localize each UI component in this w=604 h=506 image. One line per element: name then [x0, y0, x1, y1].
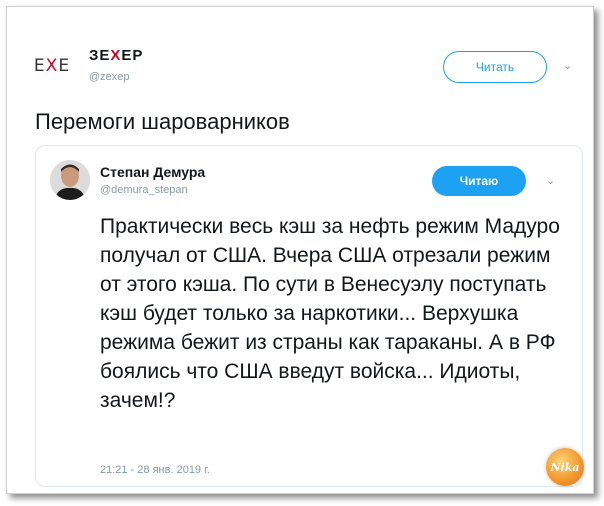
chevron-down-icon[interactable]: ⌄	[563, 59, 572, 72]
tweet-text: Практически весь кэш за нефть режим Маду…	[100, 215, 560, 412]
author-name[interactable]: Степан Демура	[100, 164, 205, 180]
tweet-timestamp[interactable]: 21:21 - 28 янв. 2019 г.	[100, 464, 210, 476]
quoted-tweet[interactable]: Степан Демура @demura_stepan Читаю ⌄ Пра…	[35, 145, 583, 487]
author-name[interactable]: ЗЕXЕР	[89, 47, 143, 64]
author-handle[interactable]: @demura_stepan	[100, 184, 188, 196]
chevron-down-icon[interactable]: ⌄	[546, 174, 555, 187]
follow-button[interactable]: Читать	[443, 51, 547, 83]
following-button[interactable]: Читаю	[432, 166, 526, 196]
person-photo-icon	[50, 160, 90, 200]
author-handle[interactable]: @zexep	[89, 71, 130, 83]
avatar[interactable]	[50, 160, 90, 200]
tweet-text: Перемоги шароварников	[35, 109, 290, 134]
zexer-logo: EXE	[33, 56, 71, 76]
watermark-logo: Nika	[546, 448, 584, 486]
avatar[interactable]: EXE	[29, 49, 75, 83]
tweet-card: EXE ЗЕXЕР @zexep Читать ⌄ Перемоги шаров…	[6, 6, 594, 494]
